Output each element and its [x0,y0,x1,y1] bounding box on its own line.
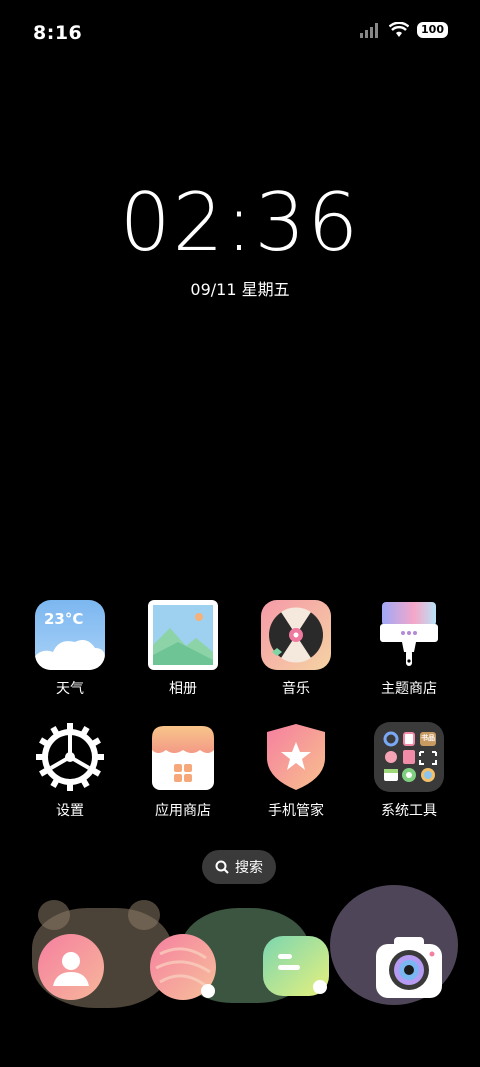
clock-widget[interactable]: 02:36 [0,176,480,269]
status-bar: 8:16 100 [0,0,480,68]
app-label: 应用商店 [155,803,211,819]
music-icon [261,600,331,670]
dock-contacts[interactable] [38,934,104,1000]
app-label: 天气 [56,681,84,697]
weather-icon: 23°C [35,600,105,670]
browser-icon [150,934,216,1000]
gear-icon [35,722,105,792]
search-button[interactable]: 搜索 [202,850,276,884]
status-time: 8:16 [33,22,83,44]
app-label: 主题商店 [381,681,437,697]
app-label: 音乐 [282,681,310,697]
folder-icon: 书品 [374,722,444,792]
app-label: 相册 [169,681,197,697]
store-icon [148,722,218,792]
bear-ear-decoration [38,900,70,930]
camera-icon [376,937,442,998]
search-icon [215,860,229,874]
weather-temp: 23°C [44,610,84,628]
theme-store-icon [374,600,444,670]
search-label: 搜索 [235,860,263,876]
signal-icon [360,23,379,38]
shield-icon [261,722,331,792]
dock-browser[interactable] [150,934,216,1000]
app-label: 设置 [56,803,84,819]
app-theme-store[interactable]: 主题商店 [361,600,457,698]
app-music[interactable]: 音乐 [248,600,344,698]
app-settings[interactable]: 设置 [22,722,118,820]
app-label: 系统工具 [381,803,437,819]
dock-camera[interactable] [374,934,442,1000]
date-text: 09/11 星期五 [190,280,290,299]
app-label: 手机管家 [268,803,324,819]
battery-indicator: 100 [417,22,448,38]
app-weather[interactable]: 23°C 天气 [22,600,118,698]
status-icons: 100 [359,22,448,38]
dock-messages[interactable] [262,934,329,1000]
app-app-store[interactable]: 应用商店 [135,722,231,820]
bear-ear-decoration [128,900,160,930]
app-system-tools-folder[interactable]: 书品 系统工具 [361,722,457,820]
app-phone-manager[interactable]: 手机管家 [248,722,344,820]
contacts-icon [38,934,104,1000]
message-icon [263,936,329,996]
wifi-icon [389,22,410,37]
folder-mini-text: 书品 [421,734,435,742]
cloud-shape [35,640,105,670]
gallery-icon [148,600,218,670]
clock-separator: : [225,176,255,269]
clock-minutes: 36 [254,176,361,269]
app-gallery[interactable]: 相册 [135,600,231,698]
clock-hours: 02 [119,176,226,269]
